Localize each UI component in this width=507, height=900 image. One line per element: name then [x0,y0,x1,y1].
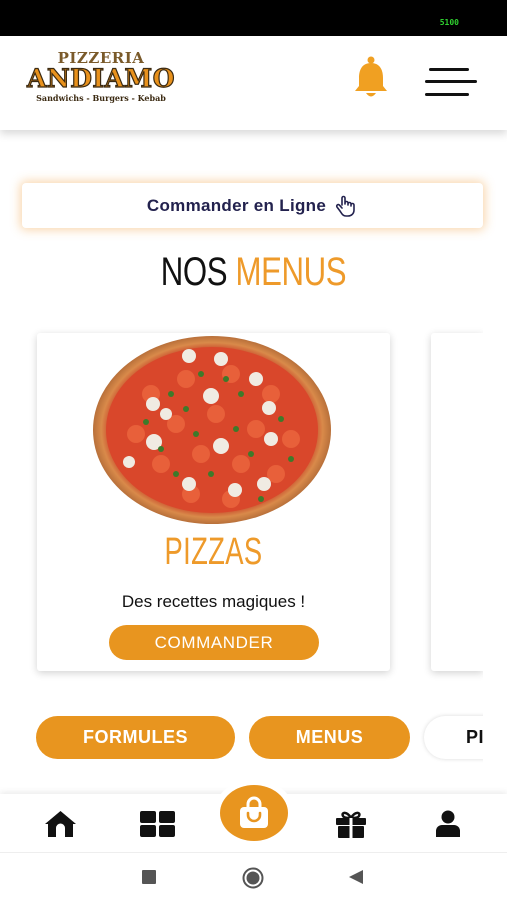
menu-card-next[interactable] [431,333,483,671]
shopping-bag-button[interactable] [220,785,288,841]
back-icon[interactable] [348,869,364,885]
order-online-button[interactable]: Commander en Ligne [22,183,483,228]
commander-button[interactable]: COMMANDER [109,625,319,660]
order-online-label: Commander en Ligne [146,195,327,215]
shopping-bag-icon [240,796,268,828]
menu-card-pizzas[interactable]: PIZZAS Des recettes magiques ! COMMANDER [37,333,390,671]
home-circle-icon[interactable] [242,867,264,889]
system-nav-bar [0,852,507,900]
category-formules[interactable]: FORMULES [36,716,235,759]
home-icon[interactable] [44,810,77,838]
hamburger-icon[interactable] [425,66,479,100]
logo-line-3: Sandwichs - Burgers - Kebab [36,93,166,103]
pizza-image [93,336,331,524]
section-title: NOS MENUS [56,250,451,295]
status-bar: 5100 [0,0,507,36]
carousel-edge [483,300,507,790]
status-indicator: 5100 [439,18,459,27]
section-title-part1: NOS [160,250,228,294]
bell-icon[interactable] [352,56,390,100]
pizzeria-logo[interactable]: PIZZERIA ANDIAMO Sandwichs - Burgers - K… [26,50,176,120]
recents-icon[interactable] [142,870,156,884]
card-title: PIZZAS [164,531,263,573]
logo-line-2: ANDIAMO [26,64,175,93]
card-description: Des recettes magiques ! [121,592,306,611]
user-icon[interactable] [435,810,461,838]
hand-pointer-icon [336,195,355,217]
category-menus[interactable]: MENUS [249,716,410,759]
grid-icon[interactable] [140,810,175,838]
section-title-part2: MENUS [235,250,347,294]
gift-icon[interactable] [335,810,367,838]
